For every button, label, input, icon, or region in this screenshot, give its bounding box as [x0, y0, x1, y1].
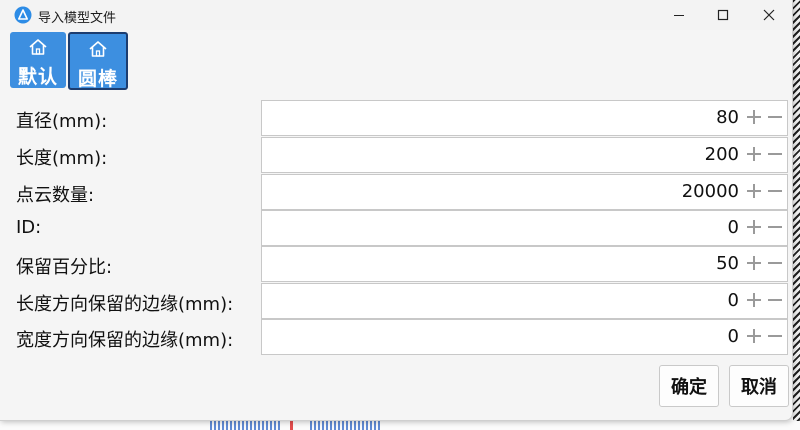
width-edge-spinbox[interactable]: 0 [261, 319, 788, 355]
form-row-length: 长度(mm): 200 [8, 137, 788, 173]
field-label: 点云数量: [16, 185, 95, 206]
minus-icon[interactable] [767, 146, 783, 162]
form-row-width-edge: 宽度方向保留的边缘(mm): 0 [8, 319, 788, 355]
toolbar-button-rod[interactable]: 圆棒 [68, 32, 128, 90]
minus-icon[interactable] [767, 109, 783, 125]
minus-icon[interactable] [767, 292, 783, 308]
background-app-strip [0, 421, 800, 430]
keep-percent-spinbox[interactable]: 50 [261, 246, 788, 282]
close-icon [763, 9, 775, 21]
spinbox-value: 20000 [681, 181, 739, 202]
length-spinbox[interactable]: 200 [261, 137, 788, 173]
minus-icon[interactable] [767, 255, 783, 271]
close-button[interactable] [746, 0, 792, 30]
background-point-cloud [310, 421, 380, 430]
cancel-button[interactable]: 取消 [729, 365, 789, 407]
plus-icon[interactable] [746, 328, 762, 344]
maximize-icon [717, 9, 729, 21]
home-icon [29, 39, 47, 55]
field-label: 保留百分比: [16, 257, 113, 278]
home-icon [89, 41, 107, 57]
plus-icon[interactable] [746, 292, 762, 308]
field-label: 直径(mm): [16, 111, 108, 132]
window-title: 导入模型文件 [38, 10, 117, 25]
background-point-cloud [210, 421, 280, 430]
form-row-id: ID: 0 [8, 210, 788, 246]
toolbar-button-default[interactable]: 默认 [10, 32, 66, 88]
form-row-diameter: 直径(mm): 80 [8, 100, 788, 136]
form-row-length-edge: 长度方向保留的边缘(mm): 0 [8, 283, 788, 319]
minimize-icon [674, 15, 684, 16]
field-label: 长度方向保留的边缘(mm): [16, 294, 234, 315]
length-edge-spinbox[interactable]: 0 [261, 283, 788, 319]
id-spinbox[interactable]: 0 [261, 210, 788, 246]
spinbox-value: 0 [727, 326, 739, 347]
diameter-spinbox[interactable]: 80 [261, 100, 788, 136]
minus-icon[interactable] [767, 219, 783, 235]
ok-button[interactable]: 确定 [659, 365, 719, 407]
title-bar[interactable]: 导入模型文件 [0, 0, 792, 30]
toolbar-button-label: 圆棒 [77, 68, 118, 90]
maximize-button[interactable] [700, 0, 746, 30]
form-row-keep-percent: 保留百分比: 50 [8, 246, 788, 282]
spinbox-value: 80 [716, 107, 739, 128]
delta-app-icon [14, 6, 32, 24]
field-label: ID: [16, 217, 42, 238]
import-model-dialog: 导入模型文件 默认 圆棒 直径(mm): 80 长度(mm): 200 点云数量… [0, 0, 793, 421]
point-count-spinbox[interactable]: 20000 [261, 174, 788, 210]
spinbox-value: 0 [727, 290, 739, 311]
minus-icon[interactable] [767, 328, 783, 344]
plus-icon[interactable] [746, 183, 762, 199]
spinbox-value: 50 [716, 253, 739, 274]
toolbar-button-label: 默认 [17, 66, 58, 88]
spinbox-value: 0 [727, 217, 739, 238]
field-label: 长度(mm): [16, 148, 108, 169]
plus-icon[interactable] [746, 255, 762, 271]
field-label: 宽度方向保留的边缘(mm): [16, 330, 234, 351]
plus-icon[interactable] [746, 109, 762, 125]
background-point-cloud [290, 421, 293, 430]
minus-icon[interactable] [767, 183, 783, 199]
minimize-button[interactable] [656, 0, 702, 30]
plus-icon[interactable] [746, 146, 762, 162]
plus-icon[interactable] [746, 219, 762, 235]
background-app-edge [793, 0, 800, 430]
spinbox-value: 200 [704, 144, 739, 165]
form-row-point-count: 点云数量: 20000 [8, 174, 788, 210]
